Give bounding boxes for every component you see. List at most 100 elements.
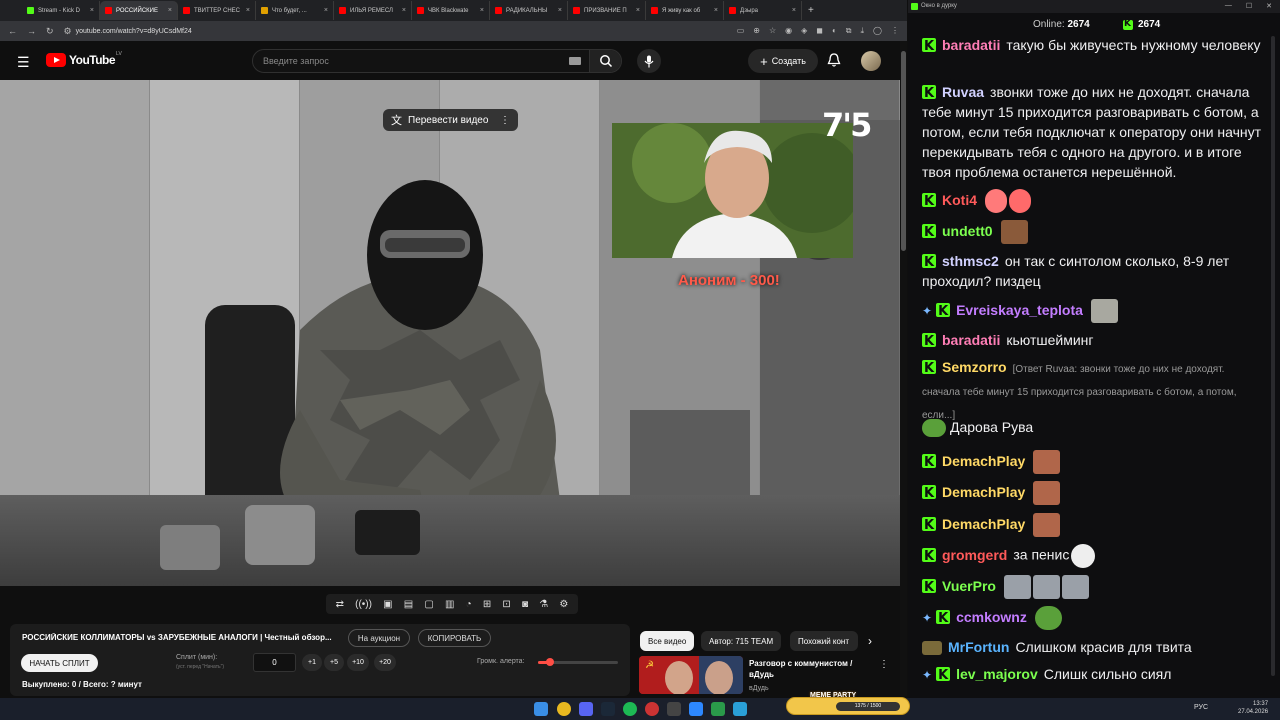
chat-username[interactable]: Ruvaa — [942, 84, 984, 100]
site-info-icon[interactable]: ⚙ — [64, 26, 72, 37]
browser-tab[interactable]: Дзыра × — [724, 1, 802, 20]
forward-button[interactable]: → — [27, 26, 36, 36]
extension-icon[interactable]: ◉ — [785, 26, 792, 36]
split-minutes-input[interactable] — [253, 653, 296, 672]
spotify-icon[interactable] — [623, 702, 637, 716]
app-icon[interactable] — [711, 702, 725, 716]
more-options-icon[interactable]: ⋮ — [879, 659, 889, 670]
chat-username[interactable]: Koti4 — [942, 192, 977, 208]
film-icon[interactable]: ▥ — [445, 599, 454, 610]
clock[interactable]: 13:37 27.04.2026 — [1238, 700, 1268, 716]
chip-all-videos[interactable]: Все видео — [640, 631, 695, 651]
chat-username[interactable]: lev_majorov — [956, 666, 1038, 682]
related-video-channel[interactable]: вДудь — [749, 685, 769, 692]
youtube-logo[interactable]: YouTube LV — [46, 51, 122, 67]
close-tab-icon[interactable]: × — [402, 7, 406, 14]
chevron-right-icon[interactable]: › — [868, 634, 872, 648]
clapper-icon[interactable]: ▤ — [404, 599, 413, 610]
chip-similar[interactable]: Похожий конт — [790, 631, 858, 651]
profile-icon[interactable]: ◯ — [873, 26, 882, 36]
browser-tab[interactable]: ПРИЗВАНИЕ П × — [568, 1, 646, 20]
voice-search-button[interactable] — [637, 49, 661, 73]
cast-icon[interactable]: ▭ — [737, 26, 745, 36]
copy-button[interactable]: КОПИРОВАТЬ — [418, 629, 491, 647]
close-tab-icon[interactable]: × — [246, 7, 250, 14]
close-tab-icon[interactable]: × — [558, 7, 562, 14]
start-split-button[interactable]: НАЧАТЬ СПЛИТ — [21, 654, 98, 672]
more-options-icon[interactable]: ⋮ — [500, 115, 510, 126]
maximize-button[interactable]: ☐ — [1246, 2, 1252, 10]
close-tab-icon[interactable]: × — [480, 7, 484, 14]
puzzle-icon[interactable]: ⧉ — [846, 26, 852, 36]
discord-icon[interactable] — [579, 702, 593, 716]
new-tab-button[interactable]: + — [808, 5, 814, 16]
avatar[interactable] — [861, 51, 881, 71]
playlist-icon[interactable]: ⊞ — [483, 599, 491, 610]
video-player[interactable]: 文 Перевести видео ⋮ 7'5 Аноним - 300! — [0, 80, 900, 586]
pip-icon[interactable]: ▢ — [424, 599, 433, 610]
extension-icon[interactable]: ◐ — [832, 26, 837, 36]
browser-tab[interactable]: РАДИКАЛЬНЫ × — [490, 1, 568, 20]
browser-tab[interactable]: ИЛЬЯ РЕМЕСЛ × — [334, 1, 412, 20]
steam-icon[interactable] — [601, 702, 615, 716]
url-field[interactable]: youtube.com/watch?v=d8yUCsdMf24 — [76, 28, 192, 35]
menu-icon[interactable]: ☰ — [17, 54, 30, 71]
create-button[interactable]: + Создать — [748, 49, 818, 73]
app-icon[interactable] — [667, 702, 681, 716]
notifications-button[interactable] — [827, 53, 841, 73]
bookmark-star-icon[interactable]: ☆ — [769, 26, 776, 36]
chat-username[interactable]: DemachPlay — [942, 516, 1025, 532]
chat-username[interactable]: MrFortun — [948, 639, 1009, 655]
chat-username[interactable]: gromgerd — [942, 547, 1007, 563]
close-tab-icon[interactable]: × — [636, 7, 640, 14]
reload-button[interactable]: ↻ — [46, 26, 54, 37]
translate-video-button[interactable]: 文 Перевести видео ⋮ — [383, 109, 518, 131]
chat-username[interactable]: baradatii — [942, 37, 1000, 53]
broadcast-icon[interactable]: ((•)) — [355, 599, 372, 610]
keyboard-icon[interactable] — [569, 57, 581, 65]
menu-dots-icon[interactable]: ⋮ — [891, 26, 899, 36]
related-video-thumbnail[interactable]: ☭ — [639, 656, 743, 694]
split-add-10-button[interactable]: +10 — [347, 654, 369, 671]
page-scrollbar[interactable] — [900, 41, 907, 696]
browser-tab[interactable]: ЧВК Blackwate × — [412, 1, 490, 20]
input-language[interactable]: РУС — [1194, 704, 1208, 711]
browser-tab[interactable]: РОССИЙСКИЕ × — [100, 1, 178, 20]
chat-username[interactable]: VuerPro — [942, 578, 996, 594]
telegram-icon[interactable] — [733, 702, 747, 716]
close-tab-icon[interactable]: × — [324, 7, 328, 14]
gear-icon[interactable]: ⚙ — [559, 599, 568, 610]
close-tab-icon[interactable]: × — [792, 7, 796, 14]
chip-author[interactable]: Автор: 715 TEAM — [701, 631, 782, 651]
download-icon[interactable]: ⤓ — [861, 26, 865, 36]
auction-button[interactable]: На аукцион — [348, 629, 410, 647]
windows-start-icon[interactable] — [534, 702, 548, 716]
related-video-title[interactable]: Разговор с коммунистом / вДудь — [749, 658, 864, 680]
split-add-1-button[interactable]: +1 — [302, 654, 322, 671]
camera-icon[interactable]: ◙ — [522, 599, 528, 610]
split-add-20-button[interactable]: +20 — [374, 654, 396, 671]
browser-tab[interactable]: ТВИТТЕР СНЕС × — [178, 1, 256, 20]
expand-icon[interactable]: ⊡ — [502, 599, 510, 610]
extension-icon[interactable]: ◈ — [801, 26, 807, 36]
chat-username[interactable]: Evreiskaya_teplota — [956, 302, 1083, 318]
chat-username[interactable]: undett0 — [942, 223, 993, 239]
search-input[interactable] — [263, 56, 553, 66]
extension-icon[interactable]: ◼ — [816, 26, 823, 36]
chat-username[interactable]: ccmkownz — [956, 609, 1027, 625]
back-button[interactable]: ← — [8, 26, 17, 36]
app-icon[interactable] — [645, 702, 659, 716]
scrollbar-thumb[interactable] — [901, 51, 906, 251]
chat-username[interactable]: baradatii — [942, 332, 1000, 348]
chat-scrollbar[interactable] — [1271, 36, 1275, 676]
minimize-button[interactable]: — — [1225, 2, 1232, 10]
chat-username[interactable]: Semzorro — [942, 359, 1007, 375]
lab-icon[interactable]: ⚗ — [539, 599, 548, 610]
volume-knob[interactable] — [546, 658, 554, 666]
zoom-icon[interactable]: ⊕ — [753, 26, 760, 36]
chrome-icon[interactable] — [557, 702, 571, 716]
browser-tab[interactable]: Я живу как об × — [646, 1, 724, 20]
browser-tab[interactable]: Stream - Kick D × — [22, 1, 100, 20]
split-add-5-button[interactable]: +5 — [324, 654, 344, 671]
speed-icon[interactable]: ◔ — [466, 599, 472, 610]
